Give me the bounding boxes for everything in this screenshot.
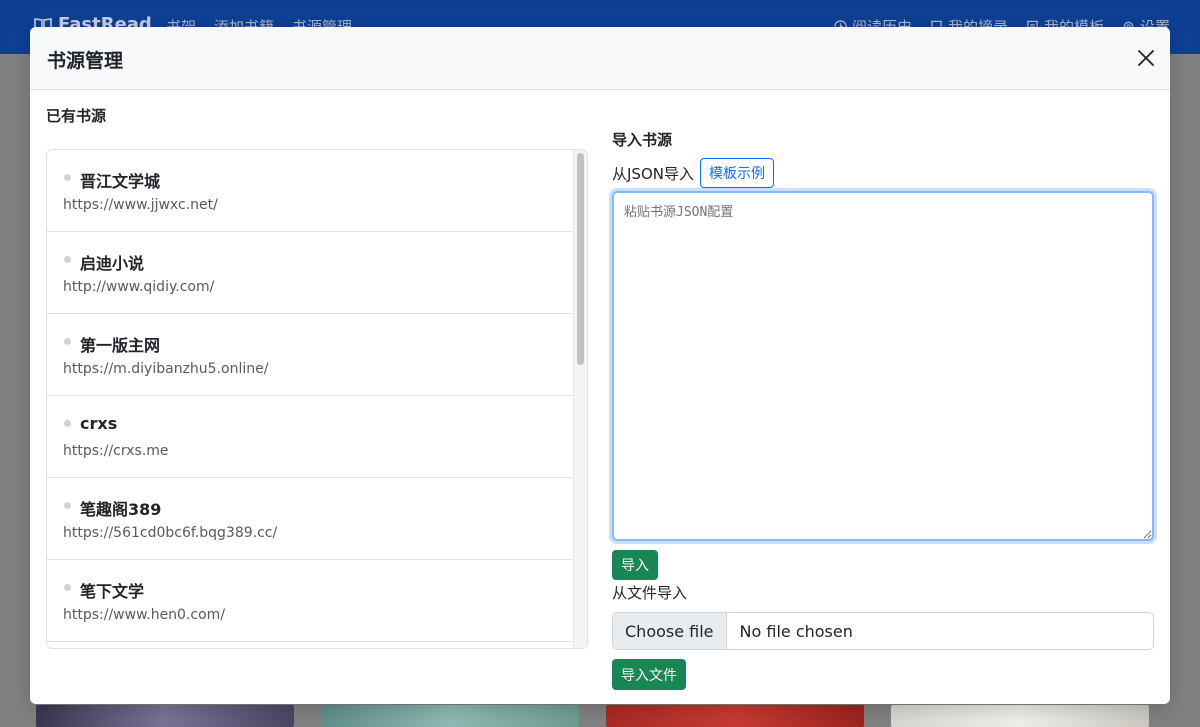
source-name: 启迪小说 <box>80 254 145 273</box>
bullet-dot-icon <box>64 420 71 427</box>
book-cover <box>36 705 294 727</box>
source-item[interactable]: crxs https://crxs.me <box>47 396 572 478</box>
import-file-button[interactable]: 导入文件 <box>612 659 686 690</box>
close-button[interactable] <box>1136 48 1156 68</box>
source-name: 晋江文学城 <box>80 172 161 191</box>
bullet-dot-icon <box>64 584 71 591</box>
file-status: No file chosen <box>739 621 853 641</box>
file-input[interactable]: Choose file No file chosen <box>612 612 1154 650</box>
source-item[interactable]: 第一版主网 https://m.diyibanzhu5.online/ <box>47 314 572 396</box>
existing-sources-section: 已有书源 晋江文学城 https://www.jjwxc.net/ 启迪小说 h… <box>46 105 588 649</box>
import-sources-label: 导入书源 <box>612 131 673 149</box>
source-list[interactable]: 晋江文学城 https://www.jjwxc.net/ 启迪小说 http:/… <box>46 149 588 649</box>
template-example-button[interactable]: 模板示例 <box>699 158 774 188</box>
book-cover <box>606 705 864 727</box>
book-cover <box>321 705 579 727</box>
source-item[interactable]: 笔下文学 https://www.hen0.com/ <box>47 560 572 642</box>
existing-sources-label: 已有书源 <box>46 107 107 125</box>
source-url: https://561cd0bc6f.bqg389.cc/ <box>63 525 278 541</box>
source-name: 第一版主网 <box>80 336 161 355</box>
source-name: 笔下文学 <box>80 582 145 601</box>
close-icon <box>1138 50 1154 66</box>
source-url: https://m.diyibanzhu5.online/ <box>63 361 269 377</box>
source-name: 笔趣阁389 <box>80 500 162 519</box>
source-item[interactable]: 启迪小说 http://www.qidiy.com/ <box>47 232 572 314</box>
bullet-dot-icon <box>64 174 71 181</box>
json-import-label: 从JSON导入 <box>612 164 694 183</box>
choose-file-button[interactable]: Choose file <box>613 613 727 649</box>
bullet-dot-icon <box>64 338 71 345</box>
import-section: 导入书源 从JSON导入 模板示例 导入 从文件导入 Choose file N… <box>612 129 1154 690</box>
source-url: https://www.jjwxc.net/ <box>63 197 218 213</box>
source-management-modal: 书源管理 已有书源 晋江文学城 https://www.jjwxc.net/ 启… <box>30 27 1170 704</box>
file-import-label: 从文件导入 <box>612 584 688 602</box>
json-config-textarea[interactable] <box>612 191 1154 541</box>
source-url: https://crxs.me <box>63 443 169 459</box>
source-item[interactable]: 晋江文学城 https://www.jjwxc.net/ <box>47 150 572 232</box>
source-name: crxs <box>80 414 118 433</box>
scrollbar[interactable] <box>573 150 587 648</box>
import-button[interactable]: 导入 <box>612 550 658 580</box>
source-url: https://www.hen0.com/ <box>63 607 226 623</box>
json-import-row: 从JSON导入 模板示例 <box>612 158 774 188</box>
source-item[interactable]: 笔趣阁389 https://561cd0bc6f.bqg389.cc/ <box>47 478 572 560</box>
bullet-dot-icon <box>64 256 71 263</box>
bullet-dot-icon <box>64 502 71 509</box>
source-url: http://www.qidiy.com/ <box>63 279 215 295</box>
modal-title: 书源管理 <box>47 50 124 72</box>
book-cover <box>891 705 1149 727</box>
scrollbar-thumb[interactable] <box>577 153 584 365</box>
modal-header: 书源管理 <box>30 27 1170 90</box>
